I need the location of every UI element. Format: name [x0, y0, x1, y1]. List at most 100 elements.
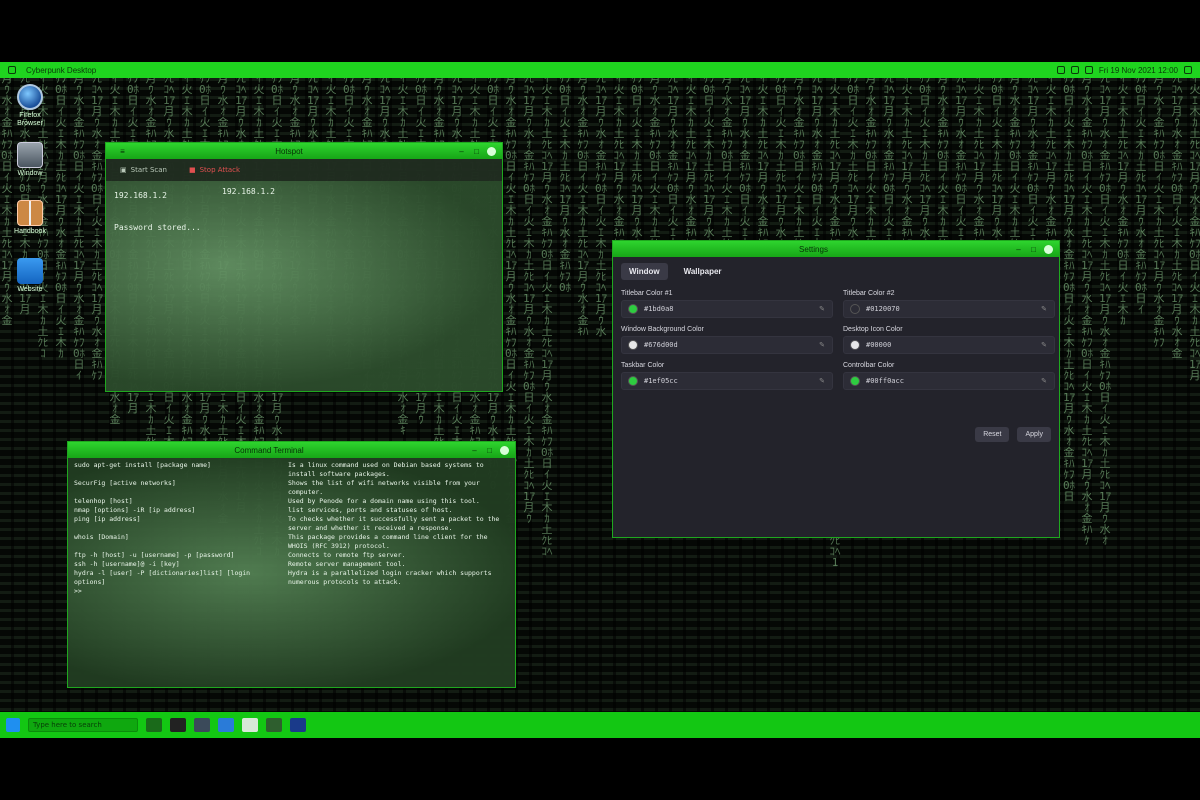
start-scan-button[interactable]: ▣ Start Scan: [114, 163, 173, 177]
minimize-icon[interactable]: –: [470, 446, 479, 455]
desktop-icon-website[interactable]: Website: [8, 258, 52, 314]
terminal-description: list services, ports and statuses of hos…: [288, 506, 453, 514]
desktop-icon-label: Handbook: [14, 228, 46, 235]
terminal-icon[interactable]: [170, 718, 186, 732]
settings-titlebar[interactable]: Settings – □: [613, 241, 1059, 257]
terminal-line: hydra -l [user] -P [dictionaries]list] […: [74, 569, 509, 587]
network-icon[interactable]: [1056, 66, 1065, 74]
eyedropper-icon[interactable]: ✎: [1040, 341, 1048, 349]
top-panel-title: Cyberpunk Desktop: [26, 65, 97, 75]
desktop-icon-handbook[interactable]: Handbook: [8, 200, 52, 256]
color-input[interactable]: #676d00d ✎: [621, 336, 833, 354]
ip-address-left: 192.168.1.2: [114, 191, 167, 200]
desktop-icon-label: Window: [17, 170, 43, 177]
color-swatch[interactable]: [628, 376, 638, 386]
clock[interactable]: Fri 19 Nov 2021 12:00: [1099, 66, 1178, 75]
start-menu-icon[interactable]: [6, 718, 20, 732]
file-manager-icon[interactable]: [146, 718, 162, 732]
color-field-label: Titlebar Color #1: [621, 290, 673, 297]
close-icon[interactable]: [1044, 244, 1053, 254]
minimize-icon[interactable]: –: [457, 147, 466, 156]
matrix-column: ｱ月ｳ水ｵ金ｷﾊｹﾌ0ﾎ日ｲ火ｴ木ｶ土ｸﾋｺﾍ1ｱ月ｳ水ｵ金ｷﾊｹﾌ0ﾎ日ｲ火ｴ…: [1080, 62, 1094, 547]
browser-icon: [17, 84, 43, 110]
color-swatch[interactable]: [628, 304, 638, 314]
eyedropper-icon[interactable]: ✎: [818, 377, 826, 385]
color-swatch[interactable]: [628, 340, 638, 350]
color-swatch[interactable]: [850, 376, 860, 386]
terminal-description: [288, 587, 509, 596]
eyedropper-icon[interactable]: ✎: [1040, 377, 1048, 385]
web-icon: [17, 258, 43, 284]
browser-icon[interactable]: [218, 718, 234, 732]
color-input[interactable]: #0120070 ✎: [843, 300, 1055, 318]
color-swatch[interactable]: [850, 340, 860, 350]
window-title: Settings: [799, 244, 828, 254]
terminal-line: ping [ip address] To checks whether it su…: [74, 515, 509, 533]
terminal-description: Connects to remote ftp server.: [288, 551, 406, 559]
app-menu-icon[interactable]: ≡: [118, 147, 127, 156]
tab-window[interactable]: Window: [621, 263, 668, 280]
maximize-icon[interactable]: □: [485, 446, 494, 455]
volume-icon[interactable]: [1070, 66, 1079, 74]
window-icon: [17, 142, 43, 168]
terminal-line: telenhop [host] Used by Penode for a doma…: [74, 497, 509, 506]
terminal-description: Is a linux command used on Debian based …: [288, 461, 484, 478]
stop-attack-button[interactable]: ■ Stop Attack: [183, 163, 246, 177]
terminal-window: Command Terminal – □ sudo apt-get instal…: [67, 441, 516, 688]
reset-button[interactable]: Reset: [975, 427, 1010, 442]
eyedropper-icon[interactable]: ✎: [818, 305, 826, 313]
color-input[interactable]: #00ff0acc ✎: [843, 372, 1055, 390]
matrix-column: 日ｲ火ｴ木ｶ土ｸﾋｺﾍ1ｱ月ｳ水ｵ金ｷﾊｹﾌ0ﾎ日ｲ火ｴ木ｶ土ｸﾋｺﾍ1ｱ月: [1188, 62, 1200, 382]
desktop-icon-label: Website: [17, 286, 43, 293]
apply-button[interactable]: Apply: [1017, 427, 1051, 442]
terminal-command: ftp -h [host] -u [username] -p [password…: [74, 551, 235, 559]
menu-icon[interactable]: [8, 66, 16, 74]
matrix-column: 土ｸﾋｺﾍ1ｱ月ｳ水ｵ金ｷﾊｹﾌ0ﾎ日ｲ火ｴ木ｶ土ｸﾋｺﾍ1ｱ月ｳ水ｵ金ｷﾊｹﾌ: [90, 62, 104, 382]
color-input[interactable]: #1bd0a8 ✎: [621, 300, 833, 318]
battery-icon[interactable]: [1084, 66, 1093, 74]
taskbar: Type here to search: [0, 712, 1200, 738]
color-field-label: Controlbar Color: [843, 362, 895, 369]
close-icon[interactable]: [487, 146, 496, 156]
close-icon[interactable]: [500, 445, 509, 455]
desktop-icons: Firefox Browser Window Handbook Website: [8, 84, 52, 316]
terminal-titlebar[interactable]: Command Terminal – □: [68, 442, 515, 458]
matrix-column: 土ｸﾋｺﾍ1ｱ月ｳ水ｵ金ｷﾊｹﾌ0ﾎ日ｲ火ｴ木ｶ土ｸﾋｺﾍ1ｱ月ｳ水ｵ金ｷﾊｹﾌ…: [522, 62, 536, 525]
letterbox-top: [0, 0, 1200, 62]
color-input[interactable]: #1ef05cc ✎: [621, 372, 833, 390]
settings-fields: Titlebar Color #1 #1bd0a8 ✎ Titlebar Color …: [613, 286, 1059, 396]
terminal-output[interactable]: sudo apt-get install [package name] Is a …: [68, 458, 515, 687]
eyedropper-icon[interactable]: ✎: [818, 341, 826, 349]
terminal-description: Hydra is a parallelized login cracker wh…: [288, 569, 492, 586]
eyedropper-icon[interactable]: ✎: [1040, 305, 1048, 313]
color-field: Controlbar Color #00ff0acc ✎: [843, 360, 1055, 390]
desktop-icon-window[interactable]: Window: [8, 142, 52, 198]
matrix-column: ｷﾊｹﾌ0ﾎ日ｲ火ｴ木ｶ土ｸﾋｺﾍ1ｱ月ｳ水ｵ金ｷﾊｹﾌ0ﾎ日ｲ: [1134, 62, 1148, 316]
color-input[interactable]: #00000 ✎: [843, 336, 1055, 354]
maximize-icon[interactable]: □: [1029, 245, 1038, 254]
terminal-command: >>: [74, 587, 82, 595]
terminal-line: ssh -h [username]@ -i [key] Remote server…: [74, 560, 509, 569]
settings-icon[interactable]: [266, 718, 282, 732]
color-field-label: Window Background Color: [621, 326, 704, 333]
hotspot-titlebar[interactable]: ≡ Hotspot – □: [106, 143, 502, 159]
terminal-command: telenhop [host]: [74, 497, 133, 505]
maximize-icon[interactable]: □: [472, 147, 481, 156]
hotspot-content: 192.168.1.2 192.168.1.2 Password stored.…: [106, 181, 502, 391]
terminal-line: nmap [options] -iR [ip address] list serv…: [74, 506, 509, 515]
color-swatch[interactable]: [850, 304, 860, 314]
letterbox-bottom: [0, 738, 1200, 800]
taskbar-search[interactable]: Type here to search: [28, 718, 138, 732]
notes-icon[interactable]: [242, 718, 258, 732]
matrix-column: ｷﾊｹﾌ0ﾎ日ｲ火ｴ木ｶ土ｸﾋｺﾍ1ｱ月ｳ水ｵ金ｷﾊｹﾌ0ﾎ日ｲ火ｴ木ｶ: [54, 62, 68, 360]
terminal-description: Remote server management tool.: [288, 560, 406, 568]
color-value: #1bd0a8: [644, 305, 674, 313]
minimize-icon[interactable]: –: [1014, 245, 1023, 254]
window-icon[interactable]: [194, 718, 210, 732]
settings-icon[interactable]: [1184, 66, 1192, 74]
start-scan-label: Start Scan: [130, 166, 167, 174]
tab-wallpaper[interactable]: Wallpaper: [676, 263, 730, 280]
app-icon[interactable]: [290, 718, 306, 732]
matrix-column: 日ｲ火ｴ木ｶ土ｸﾋｺﾍ1ｱ月ｳ水ｵ金ｷﾊｹﾌ0ﾎ日ｲ火ｴ木ｶ土ｸﾋｺﾍ1ｱ月ｳ水…: [540, 62, 554, 558]
desktop-icon-browser[interactable]: Firefox Browser: [8, 84, 52, 140]
